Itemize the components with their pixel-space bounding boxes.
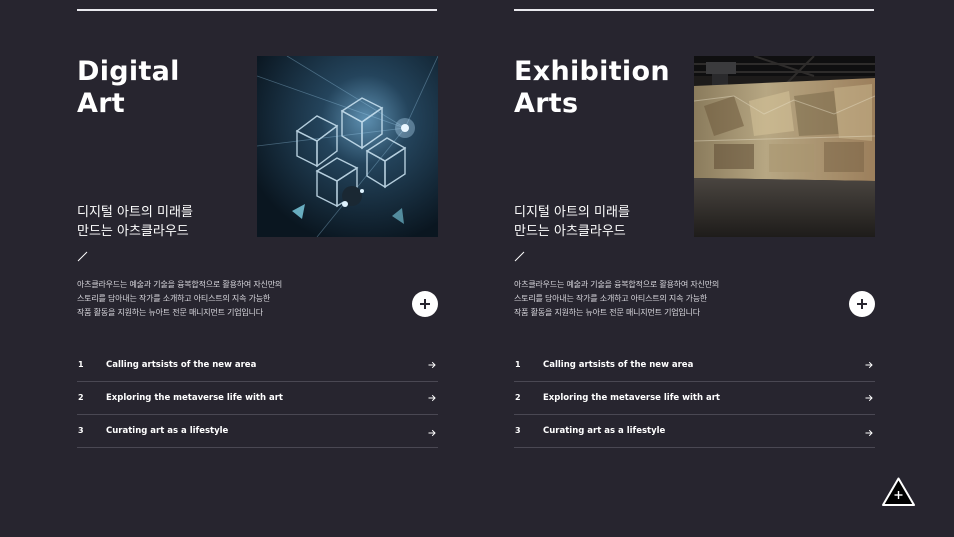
list-item[interactable]: 1 Calling artsists of the new area — [514, 349, 875, 382]
item-number: 3 — [78, 426, 84, 435]
item-number: 2 — [515, 393, 521, 402]
item-label: Curating art as a lifestyle — [543, 426, 666, 436]
card-title-line2: Arts — [514, 88, 579, 119]
slash-icon — [514, 251, 525, 262]
item-number: 2 — [78, 393, 84, 402]
card-title-line1: Digital — [77, 56, 180, 87]
exhibition-arts-image — [694, 56, 875, 237]
card-description: 아츠클라우드는 예술과 기술을 융복합적으로 활용하여 자신만의 스토리를 담아… — [77, 278, 317, 320]
card-title-line1: Exhibition — [514, 56, 670, 87]
card-title: Exhibition Arts — [514, 56, 714, 120]
card-subtitle-line2: 만드는 아츠클라우드 — [514, 224, 626, 239]
digital-art-image — [257, 56, 438, 237]
item-label: Exploring the metaverse life with art — [543, 393, 720, 403]
card-title-line2: Art — [77, 88, 126, 119]
card-exhibition-arts: Exhibition Arts 디지털 아트의 미래를 만드는 아츠클라우드 아… — [514, 0, 875, 537]
list-item[interactable]: 3 Curating art as a lifestyle — [514, 415, 875, 448]
feature-list: 1 Calling artsists of the new area 2 Exp… — [514, 349, 875, 448]
arrow-right-icon — [428, 361, 436, 369]
item-label: Curating art as a lifestyle — [106, 426, 229, 436]
card-description: 아츠클라우드는 예술과 기술을 융복합적으로 활용하여 자신만의 스토리를 담아… — [514, 278, 754, 320]
slash-icon — [77, 251, 88, 262]
item-label: Calling artsists of the new area — [106, 360, 257, 370]
expand-button[interactable] — [849, 291, 875, 317]
card-description-line1: 아츠클라우드는 예술과 기술을 융복합적으로 활용하여 자신만의 — [514, 280, 720, 289]
item-label: Exploring the metaverse life with art — [106, 393, 283, 403]
list-item[interactable]: 1 Calling artsists of the new area — [77, 349, 438, 382]
arrow-right-icon — [865, 361, 873, 369]
card-subtitle: 디지털 아트의 미래를 만드는 아츠클라우드 — [77, 203, 247, 241]
list-item[interactable]: 2 Exploring the metaverse life with art — [77, 382, 438, 415]
card-digital-art: Digital Art 디지털 아트의 미래를 만드는 아츠클라우드 아츠클라우… — [77, 0, 438, 537]
top-divider — [514, 9, 874, 11]
card-subtitle: 디지털 아트의 미래를 만드는 아츠클라우드 — [514, 203, 684, 241]
card-subtitle-line1: 디지털 아트의 미래를 — [77, 205, 193, 220]
arrow-right-icon — [428, 429, 436, 437]
card-title: Digital Art — [77, 56, 277, 120]
triangle-plus-icon — [882, 477, 915, 506]
card-description-line1: 아츠클라우드는 예술과 기술을 융복합적으로 활용하여 자신만의 — [77, 280, 283, 289]
arrow-right-icon — [428, 394, 436, 402]
scroll-top-button[interactable] — [881, 476, 916, 507]
card-description-line2: 스토리를 담아내는 작가를 소개하고 아티스트의 지속 가능한 — [514, 294, 708, 303]
top-divider — [77, 9, 437, 11]
item-number: 3 — [515, 426, 521, 435]
card-description-line2: 스토리를 담아내는 작가를 소개하고 아티스트의 지속 가능한 — [77, 294, 271, 303]
item-number: 1 — [78, 360, 84, 369]
plus-icon — [857, 299, 867, 309]
plus-icon — [420, 299, 430, 309]
item-number: 1 — [515, 360, 521, 369]
card-subtitle-line2: 만드는 아츠클라우드 — [77, 224, 189, 239]
feature-list: 1 Calling artsists of the new area 2 Exp… — [77, 349, 438, 448]
card-description-line3: 작품 활동을 지원하는 뉴아트 전문 매니지먼트 기업입니다 — [77, 308, 263, 317]
arrow-right-icon — [865, 429, 873, 437]
expand-button[interactable] — [412, 291, 438, 317]
card-subtitle-line1: 디지털 아트의 미래를 — [514, 205, 630, 220]
item-label: Calling artsists of the new area — [543, 360, 694, 370]
list-item[interactable]: 3 Curating art as a lifestyle — [77, 415, 438, 448]
list-item[interactable]: 2 Exploring the metaverse life with art — [514, 382, 875, 415]
arrow-right-icon — [865, 394, 873, 402]
card-description-line3: 작품 활동을 지원하는 뉴아트 전문 매니지먼트 기업입니다 — [514, 308, 700, 317]
